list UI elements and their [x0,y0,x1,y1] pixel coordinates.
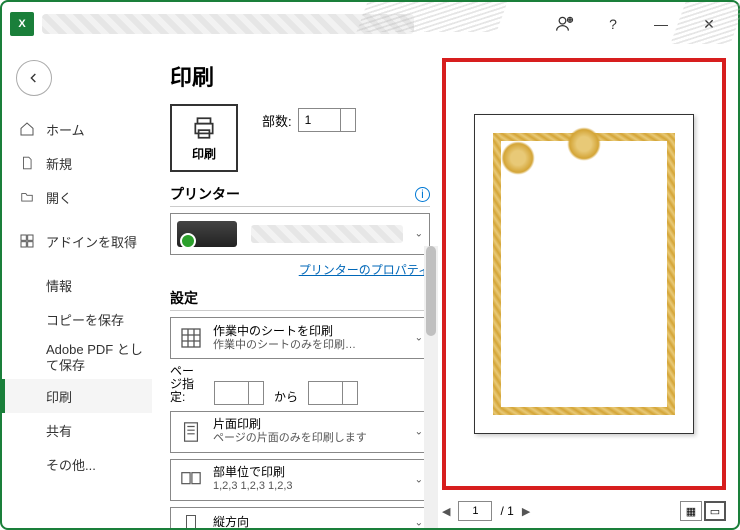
help-button[interactable]: ? [590,8,636,40]
sidebar-item-adobepdf[interactable]: Adobe PDF として保存 [2,336,152,379]
page-spec-label: ページ指定: [170,365,204,405]
printer-properties-link[interactable]: プリンターのプロパティ [170,261,430,278]
spinner-arrows-icon: ▲▼ [346,110,353,128]
copies-value: 1 [305,113,312,127]
info-icon[interactable]: i [415,187,430,202]
preview-footer: ◀ 1 / 1 ▶ ▦ ▭ [442,498,726,524]
printer-select[interactable]: ⌄ [170,213,430,255]
page-spec-to: から [274,388,298,405]
orientation-select[interactable]: 縦方向 ⌄ [170,507,430,528]
titlebar: X ? — ✕ [2,2,738,46]
sidebar-label: アドインを取得 [46,232,137,251]
printer-name-blurred [251,225,403,243]
sidebar-item-savecopy[interactable]: コピーを保存 [2,302,152,336]
dropdown-line1: 片面印刷 [213,417,367,432]
open-icon [18,188,36,206]
sidebar-label: 共有 [46,421,72,440]
chevron-down-icon: ⌄ [415,517,423,528]
sidebar-item-other[interactable]: その他... [2,447,152,481]
dropdown-line1: 作業中のシートを印刷 [213,324,356,339]
preview-highlight-box [442,58,726,490]
decorative-stripes [357,2,508,32]
dropdown-line1: 部単位で印刷 [213,465,293,480]
page-number-input[interactable]: 1 [458,501,492,521]
print-preview-panel: ◀ 1 / 1 ▶ ▦ ▭ [438,46,738,528]
copies-input[interactable]: 1 ▲▼ [298,108,356,132]
dropdown-line2: 1,2,3 1,2,3 1,2,3 [213,480,293,494]
show-margins-button[interactable]: ▦ [680,501,702,521]
page-total-label: / 1 [500,504,513,518]
sidebar-item-info[interactable]: 情報 [2,268,152,302]
home-icon [18,120,36,138]
section-label: プリンター [170,184,240,204]
sidebar-item-open[interactable]: 開く [2,180,152,214]
app-icon: X [10,12,34,36]
printer-icon [191,115,217,141]
sidebar-label: ホーム [46,120,85,139]
page-from-input[interactable]: ▲▼ [214,381,264,405]
sidebar-label: コピーを保存 [46,310,124,329]
zoom-to-page-button[interactable]: ▭ [704,501,726,521]
ornate-border-icon [493,133,675,415]
printer-section-header: プリンター i [170,184,430,207]
print-panel: 印刷 印刷 部数: 1 ▲▼ プリンター i ⌄ プリンターのプロパティ [152,46,438,528]
print-button-label: 印刷 [192,145,216,162]
scrollbar-thumb[interactable] [426,246,436,336]
preview-page [474,114,694,434]
addins-icon [18,232,36,250]
print-button[interactable]: 印刷 [170,104,238,172]
back-button[interactable] [16,60,52,96]
dropdown-line2: 作業中のシートのみを印刷… [213,339,356,353]
sidebar-label: 印刷 [46,387,72,406]
next-page-button[interactable]: ▶ [522,505,530,518]
portrait-icon [177,509,205,528]
dropdown-line1: 縦方向 [213,515,249,528]
sidebar-label: 情報 [46,276,72,295]
sidebar-item-print[interactable]: 印刷 [2,379,152,413]
collate-icon [177,466,205,494]
new-icon [18,154,36,172]
sidebar-item-new[interactable]: 新規 [2,146,152,180]
section-label: 設定 [170,288,198,308]
backstage-sidebar: ホーム 新規 開く アドインを取得 情報 コピーを保存 Adobe PDF とし… [2,46,152,528]
prev-page-button[interactable]: ◀ [442,505,450,518]
dropdown-line2: ページの片面のみを印刷します [213,432,367,446]
chevron-down-icon: ⌄ [415,229,423,240]
scrollbar[interactable] [424,246,438,528]
chevron-down-icon: ⌄ [415,333,423,344]
sidebar-item-addins[interactable]: アドインを取得 [2,224,152,258]
sidebar-item-home[interactable]: ホーム [2,112,152,146]
chevron-down-icon: ⌄ [415,426,423,437]
page-to-input[interactable]: ▲▼ [308,381,358,405]
sidebar-label: その他... [46,455,96,474]
sidebar-label: Adobe PDF として保存 [46,342,152,373]
settings-section-header: 設定 [170,288,430,311]
copies-label: 部数: [262,111,292,130]
sidebar-label: 新規 [46,154,72,173]
sidebar-label: 開く [46,188,72,207]
page-title: 印刷 [170,60,430,92]
single-side-icon [177,418,205,446]
printer-device-icon [177,221,237,247]
chevron-down-icon: ⌄ [415,474,423,485]
account-icon[interactable] [542,8,588,40]
print-area-select[interactable]: 作業中のシートを印刷 作業中のシートのみを印刷… ⌄ [170,317,430,359]
collate-select[interactable]: 部単位で印刷 1,2,3 1,2,3 1,2,3 ⌄ [170,459,430,501]
sidebar-item-share[interactable]: 共有 [2,413,152,447]
sheet-icon [177,324,205,352]
sides-select[interactable]: 片面印刷 ページの片面のみを印刷します ⌄ [170,411,430,453]
